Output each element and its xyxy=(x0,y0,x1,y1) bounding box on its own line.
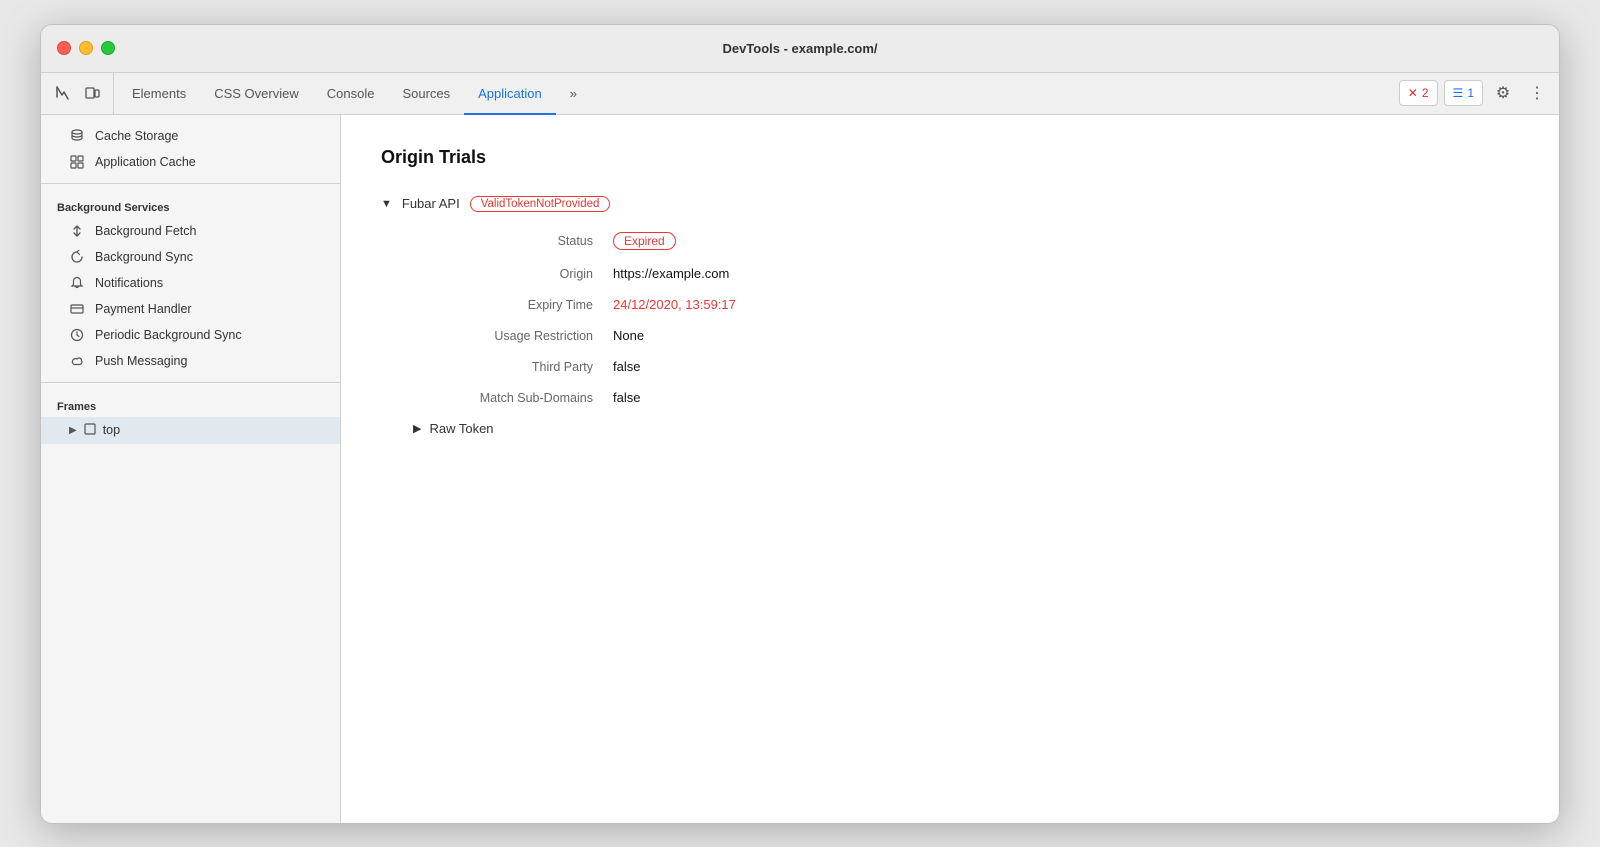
payment-handler-label: Payment Handler xyxy=(95,302,192,316)
tabbar-tools xyxy=(49,73,114,114)
sidebar-item-periodic-background-sync[interactable]: Periodic Background Sync xyxy=(41,322,340,348)
sidebar-divider-2 xyxy=(41,382,340,383)
database-icon xyxy=(69,128,85,144)
sidebar-item-top[interactable]: ▶ top xyxy=(41,417,340,444)
usage-value: None xyxy=(613,328,644,343)
match-sub-label: Match Sub-Domains xyxy=(413,391,613,405)
tab-sources[interactable]: Sources xyxy=(388,74,464,115)
titlebar: DevTools - example.com/ xyxy=(41,25,1559,73)
expiry-row: Expiry Time 24/12/2020, 13:59:17 xyxy=(413,297,1519,312)
tab-console[interactable]: Console xyxy=(313,74,389,115)
close-button[interactable] xyxy=(57,41,71,55)
tabbar: Elements CSS Overview Console Sources Ap… xyxy=(41,73,1559,115)
notifications-label: Notifications xyxy=(95,276,163,290)
bell-icon xyxy=(69,275,85,291)
usage-row: Usage Restriction None xyxy=(413,328,1519,343)
tab-elements[interactable]: Elements xyxy=(118,74,200,115)
tabbar-right-controls: ✕ 2 ☰ 1 ⚙ ⋮ xyxy=(1399,73,1551,114)
sync-icon xyxy=(69,249,85,265)
clock-icon xyxy=(69,327,85,343)
arrows-icon xyxy=(69,223,85,239)
expiry-value: 24/12/2020, 13:59:17 xyxy=(613,297,736,312)
origin-value: https://example.com xyxy=(613,266,729,281)
minimize-button[interactable] xyxy=(79,41,93,55)
sidebar-item-push-messaging[interactable]: Push Messaging xyxy=(41,348,340,374)
inspect-icon[interactable] xyxy=(49,80,75,106)
cloud-icon xyxy=(69,353,85,369)
messages-badge[interactable]: ☰ 1 xyxy=(1444,80,1483,106)
api-collapse-icon[interactable]: ▼ xyxy=(381,198,392,210)
traffic-lights xyxy=(57,41,115,55)
status-value: Expired xyxy=(613,232,676,250)
sidebar-item-application-cache[interactable]: Application Cache xyxy=(41,149,340,175)
message-icon: ☰ xyxy=(1453,86,1464,100)
application-cache-label: Application Cache xyxy=(95,155,196,169)
api-status-badge: ValidTokenNotProvided xyxy=(470,196,611,212)
detail-table: Status Expired Origin https://example.co… xyxy=(413,232,1519,405)
frame-icon xyxy=(83,422,97,439)
origin-row: Origin https://example.com xyxy=(413,266,1519,281)
api-section: ▼ Fubar API ValidTokenNotProvided Status… xyxy=(381,196,1519,436)
expiry-label: Expiry Time xyxy=(413,298,613,312)
message-count: 1 xyxy=(1467,86,1474,100)
match-sub-row: Match Sub-Domains false xyxy=(413,390,1519,405)
gear-icon: ⚙ xyxy=(1496,83,1510,103)
errors-badge[interactable]: ✕ 2 xyxy=(1399,80,1438,106)
sidebar-item-background-fetch[interactable]: Background Fetch xyxy=(41,218,340,244)
cache-storage-label: Cache Storage xyxy=(95,129,178,143)
background-sync-label: Background Sync xyxy=(95,250,193,264)
sidebar-item-cache-storage[interactable]: Cache Storage xyxy=(41,123,340,149)
sidebar-item-background-sync[interactable]: Background Sync xyxy=(41,244,340,270)
maximize-button[interactable] xyxy=(101,41,115,55)
devtools-window: DevTools - example.com/ Elements CSS Ove… xyxy=(40,24,1560,824)
main-layout: Cache Storage Application Cache Backgrou… xyxy=(41,115,1559,823)
background-services-header: Background Services xyxy=(41,192,340,218)
third-party-value: false xyxy=(613,359,640,374)
window-title: DevTools - example.com/ xyxy=(722,41,877,56)
status-label: Status xyxy=(413,234,613,248)
background-fetch-label: Background Fetch xyxy=(95,224,196,238)
periodic-background-sync-label: Periodic Background Sync xyxy=(95,328,242,342)
settings-button[interactable]: ⚙ xyxy=(1489,79,1517,107)
third-party-row: Third Party false xyxy=(413,359,1519,374)
sidebar-item-payment-handler[interactable]: Payment Handler xyxy=(41,296,340,322)
content-area: Origin Trials ▼ Fubar API ValidTokenNotP… xyxy=(341,115,1559,823)
sidebar-divider-1 xyxy=(41,183,340,184)
sidebar-item-notifications[interactable]: Notifications xyxy=(41,270,340,296)
frames-header: Frames xyxy=(41,391,340,417)
raw-token-expand-icon: ▶ xyxy=(413,422,421,435)
raw-token-row[interactable]: ▶ Raw Token xyxy=(413,421,1519,436)
ellipsis-icon: ⋮ xyxy=(1529,83,1545,103)
origin-label: Origin xyxy=(413,267,613,281)
status-row: Status Expired xyxy=(413,232,1519,250)
error-count: 2 xyxy=(1422,86,1429,100)
api-name: Fubar API xyxy=(402,196,460,211)
push-messaging-label: Push Messaging xyxy=(95,354,187,368)
match-sub-value: false xyxy=(613,390,640,405)
expand-triangle-icon: ▶ xyxy=(69,425,77,436)
third-party-label: Third Party xyxy=(413,360,613,374)
tab-more[interactable]: » xyxy=(556,74,591,115)
api-header: ▼ Fubar API ValidTokenNotProvided xyxy=(381,196,1519,212)
sidebar: Cache Storage Application Cache Backgrou… xyxy=(41,115,341,823)
page-title: Origin Trials xyxy=(381,147,1519,168)
tab-css-overview[interactable]: CSS Overview xyxy=(200,74,313,115)
card-icon xyxy=(69,301,85,317)
usage-label: Usage Restriction xyxy=(413,329,613,343)
more-options-button[interactable]: ⋮ xyxy=(1523,79,1551,107)
top-frame-label: top xyxy=(103,423,120,437)
raw-token-label: Raw Token xyxy=(429,421,493,436)
device-icon[interactable] xyxy=(79,80,105,106)
error-icon: ✕ xyxy=(1408,86,1418,100)
tab-application[interactable]: Application xyxy=(464,74,556,115)
grid-icon xyxy=(69,154,85,170)
